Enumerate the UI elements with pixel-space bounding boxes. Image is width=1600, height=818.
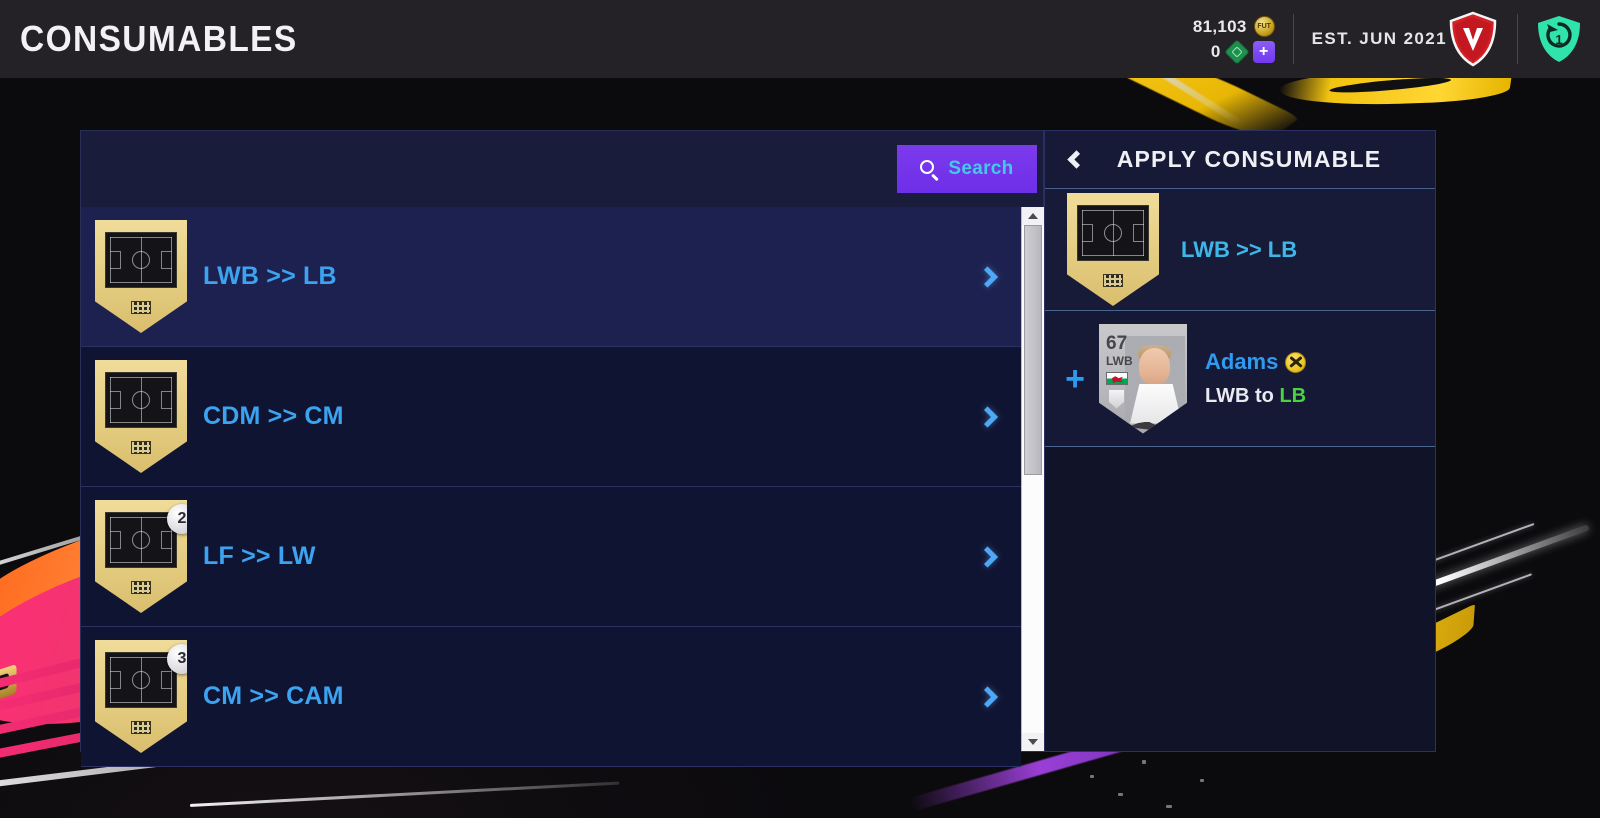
search-button[interactable]: Search (897, 145, 1037, 193)
decorative-speck (1118, 793, 1123, 796)
apply-consumable-title: APPLY CONSUMABLE (1116, 146, 1382, 172)
currency-cell: 81,103 FUT 0 + (1175, 0, 1293, 78)
points-value: 0 (1210, 41, 1221, 61)
applied-consumable-row[interactable]: LWB >> LB (1045, 189, 1435, 311)
club-crest-icon (1447, 11, 1499, 67)
coins-row: 81,103 FUT (1193, 16, 1275, 38)
sync-badge-icon[interactable]: 1 (1536, 15, 1582, 63)
loan-player-icon (1285, 351, 1307, 373)
player-rating: 67 (1106, 332, 1128, 354)
chevron-right-icon[interactable] (976, 265, 999, 288)
decorative-speck (1142, 760, 1146, 764)
fifa-points-icon (1223, 38, 1250, 65)
list-item-label: CM >> CAM (203, 682, 344, 710)
card-serial-icon (131, 301, 151, 314)
established-date: EST. JUN 2021 (1311, 29, 1447, 48)
transform-to-label: LB (1279, 385, 1307, 407)
apply-consumable-header: APPLY CONSUMABLE (1045, 131, 1435, 189)
position-transform-text: LWB to LB (1205, 385, 1306, 408)
player-head (1139, 347, 1170, 385)
chevron-right-icon[interactable] (976, 405, 999, 428)
card-serial-icon (131, 441, 151, 454)
target-player-row[interactable]: + 67 LWB Adams LWB to LB (1045, 311, 1435, 447)
player-portrait (1125, 335, 1185, 424)
scrollbar-thumb[interactable] (1023, 225, 1042, 475)
position-change-card (95, 220, 187, 333)
scroll-down-arrow-icon[interactable] (1021, 733, 1044, 751)
transform-from-label: LWB to (1205, 385, 1280, 407)
list-item[interactable]: CDM >> CM (81, 347, 1021, 487)
player-name: Adams (1205, 349, 1279, 374)
back-chevron-icon[interactable] (1059, 143, 1093, 177)
search-icon (920, 159, 940, 181)
tactics-board-icon (105, 372, 177, 428)
player-card[interactable]: 67 LWB (1099, 323, 1187, 434)
list-item[interactable]: 3 CM >> CAM (81, 627, 1021, 767)
apply-consumable-panel: APPLY CONSUMABLE LWB >> LB + 67 LWB Adam… (1044, 130, 1436, 752)
decorative-speck (1200, 779, 1204, 782)
position-change-card: 2 (95, 500, 187, 613)
club-badge-icon (1109, 389, 1124, 409)
list-item-label: LWB >> LB (203, 262, 337, 290)
card-serial-icon (1103, 274, 1123, 287)
consumables-list: LWB >> LB CDM >> CM 2 LF >> LW 3 CM >> C… (81, 207, 1021, 767)
consumables-toolbar: Search (81, 131, 1043, 207)
position-change-card: 3 (95, 640, 187, 753)
player-kit (1130, 384, 1182, 424)
list-scroll-area: LWB >> LB CDM >> CM 2 LF >> LW 3 CM >> C… (81, 207, 1044, 767)
chevron-right-icon[interactable] (976, 685, 999, 708)
currency-stack: 81,103 FUT 0 + (1193, 16, 1275, 65)
points-row: 0 + (1193, 38, 1275, 65)
wales-flag-icon (1106, 371, 1128, 385)
sync-cell[interactable]: 1 (1518, 0, 1600, 78)
chevron-right-icon[interactable] (976, 545, 999, 568)
coin-icon: FUT (1253, 16, 1275, 37)
apply-consumable-empty-area (1045, 447, 1435, 751)
scroll-up-arrow-icon[interactable] (1021, 207, 1044, 225)
search-button-label: Search (948, 158, 1014, 179)
header-right-cluster: 81,103 FUT 0 + EST. JUN 2021 1 (1175, 0, 1600, 78)
quantity-badge: 2 (167, 504, 187, 534)
decorative-speck (1166, 805, 1172, 808)
list-item[interactable]: LWB >> LB (81, 207, 1021, 347)
list-item-label: CDM >> CM (203, 402, 344, 430)
add-player-button[interactable]: + (1051, 362, 1099, 396)
decorative-white-streak (189, 781, 620, 807)
coins-value: 81,103 (1192, 16, 1247, 36)
quantity-badge: 3 (167, 644, 187, 674)
applied-consumable-label: LWB >> LB (1181, 236, 1298, 262)
player-info: Adams LWB to LB (1205, 349, 1307, 408)
list-scrollbar[interactable] (1021, 207, 1044, 751)
scrollbar-track[interactable] (1021, 225, 1044, 733)
player-name-row: Adams (1205, 349, 1307, 375)
player-position: LWB (1106, 353, 1133, 368)
sync-badge-value: 1 (1555, 32, 1562, 47)
position-change-card (95, 360, 187, 473)
app-header: CONSUMABLES 81,103 FUT 0 + EST. JUN 2021 (0, 0, 1600, 78)
consumables-panel: Search LWB >> LB CDM >> CM 2 LF >> LW 3 … (80, 130, 1044, 767)
add-currency-button[interactable]: + (1252, 40, 1275, 63)
page-title: CONSUMABLES (20, 18, 298, 59)
card-serial-icon (131, 581, 151, 594)
position-change-card (1067, 193, 1159, 306)
card-serial-icon (131, 721, 151, 734)
list-item[interactable]: 2 LF >> LW (81, 487, 1021, 627)
tactics-board-icon (105, 232, 177, 288)
tactics-board-icon (1077, 205, 1149, 261)
decorative-speck (1090, 775, 1094, 778)
list-item-label: LF >> LW (203, 542, 316, 570)
club-info-cell: EST. JUN 2021 (1294, 0, 1517, 78)
